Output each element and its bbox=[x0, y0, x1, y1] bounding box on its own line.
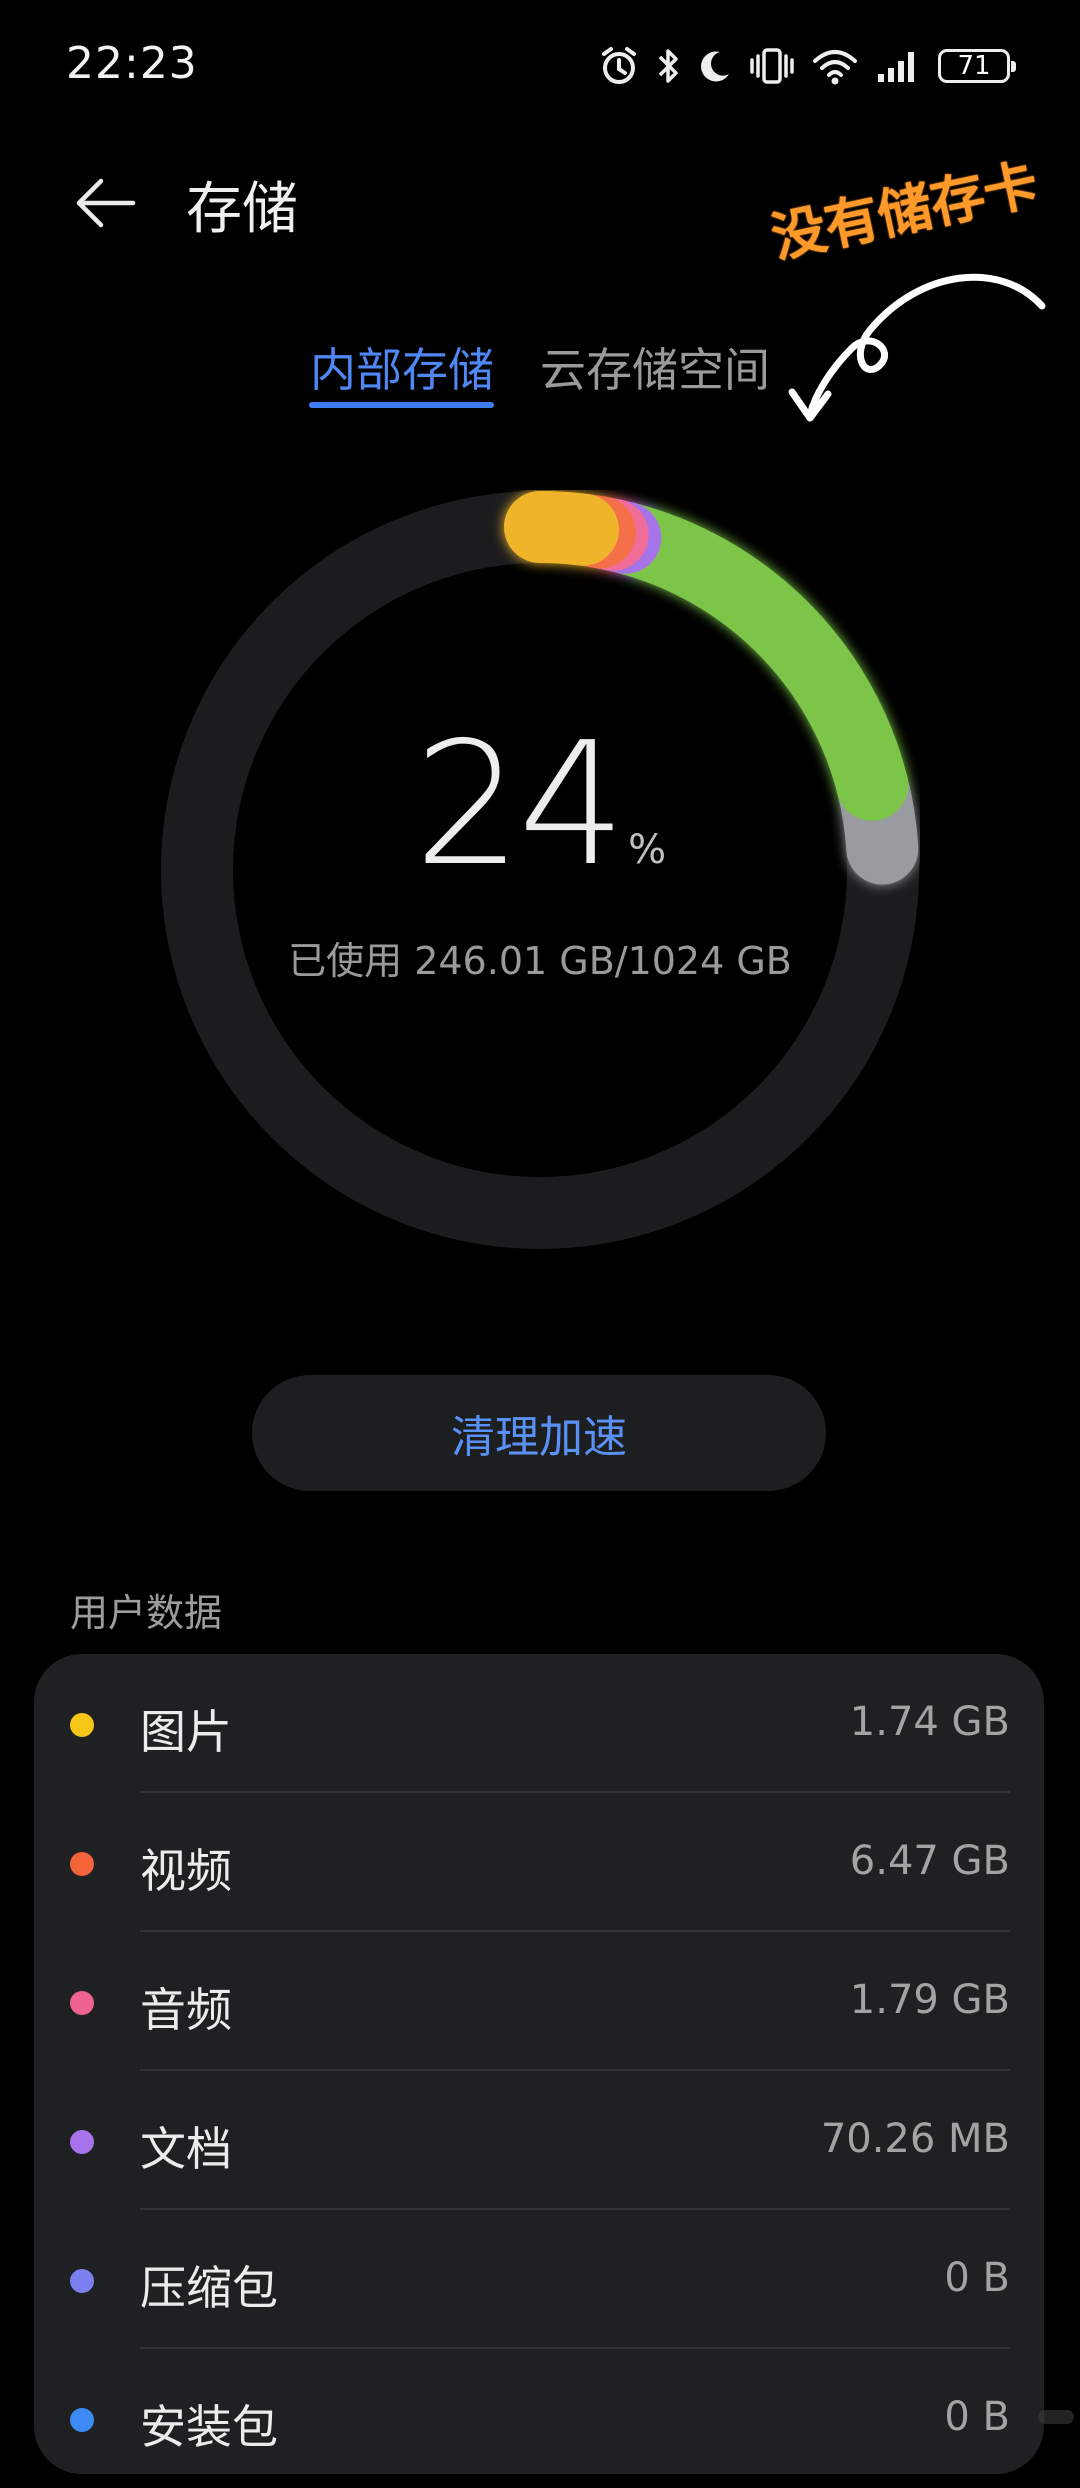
ring-center: 24% 已使用 246.01 GB/1024 GB bbox=[160, 490, 920, 1250]
clean-accelerate-button[interactable]: 清理加速 bbox=[252, 1375, 826, 1491]
list-item-label: 压缩包 bbox=[140, 2261, 278, 2315]
list-item-label: 音频 bbox=[140, 1983, 232, 2037]
storage-tabs: 内部存储 云存储空间 bbox=[0, 320, 1080, 420]
status-time: 22:23 bbox=[66, 38, 198, 89]
list-item-installers[interactable]: 安装包 0 B bbox=[34, 2349, 1044, 2488]
list-item-audio[interactable]: 音频 1.79 GB bbox=[34, 1932, 1044, 2071]
back-arrow-icon bbox=[73, 176, 137, 234]
signal-icon bbox=[876, 48, 920, 84]
list-item-label: 安装包 bbox=[140, 2400, 278, 2454]
bluetooth-icon bbox=[656, 46, 680, 86]
usage-percent: 24% bbox=[160, 720, 920, 890]
list-item-size: 70.26 MB bbox=[820, 2116, 1010, 2162]
color-dot-icon bbox=[70, 1713, 94, 1737]
tab-active-indicator bbox=[309, 402, 494, 408]
color-dot-icon bbox=[70, 1852, 94, 1876]
list-item-label: 文档 bbox=[140, 2122, 232, 2176]
list-item-images[interactable]: 图片 1.74 GB bbox=[34, 1654, 1044, 1793]
color-dot-icon bbox=[70, 2408, 94, 2432]
list-item-label: 视频 bbox=[140, 1844, 232, 1898]
list-item-documents[interactable]: 文档 70.26 MB bbox=[34, 2071, 1044, 2210]
status-icons: 71 bbox=[600, 42, 1016, 90]
list-item-videos[interactable]: 视频 6.47 GB bbox=[34, 1793, 1044, 1932]
color-dot-icon bbox=[70, 2130, 94, 2154]
page-title: 存储 bbox=[186, 177, 298, 242]
wifi-icon bbox=[812, 47, 858, 85]
list-item-size: 1.79 GB bbox=[849, 1977, 1010, 2023]
back-button[interactable] bbox=[70, 170, 140, 240]
watermark bbox=[1038, 2410, 1074, 2424]
list-item-size: 6.47 GB bbox=[849, 1838, 1010, 1884]
list-item-label: 图片 bbox=[140, 1705, 232, 1759]
list-item-archives[interactable]: 压缩包 0 B bbox=[34, 2210, 1044, 2349]
vibrate-icon bbox=[750, 46, 794, 86]
list-item-size: 0 B bbox=[944, 2255, 1010, 2301]
tab-cloud-storage[interactable]: 云存储空间 bbox=[540, 334, 770, 400]
list-item-size: 1.74 GB bbox=[849, 1699, 1010, 1745]
status-bar: 22:23 71 bbox=[0, 0, 1080, 130]
tab-internal-storage[interactable]: 内部存储 bbox=[310, 334, 494, 400]
color-dot-icon bbox=[70, 1991, 94, 2015]
moon-icon bbox=[698, 48, 732, 84]
section-title-user-data: 用户数据 bbox=[70, 1591, 223, 1635]
storage-usage-ring: 24% 已使用 246.01 GB/1024 GB bbox=[160, 490, 920, 1250]
color-dot-icon bbox=[70, 2269, 94, 2293]
user-data-card: 图片 1.74 GB 视频 6.47 GB 音频 1.79 GB 文档 70.2… bbox=[34, 1654, 1044, 2474]
usage-percent-sign: % bbox=[628, 827, 667, 873]
usage-percent-value: 24 bbox=[413, 706, 626, 904]
used-capacity-text: 已使用 246.01 GB/1024 GB bbox=[288, 939, 792, 983]
alarm-icon bbox=[600, 46, 638, 86]
battery-icon: 71 bbox=[938, 49, 1016, 83]
list-item-size: 0 B bbox=[944, 2394, 1010, 2440]
